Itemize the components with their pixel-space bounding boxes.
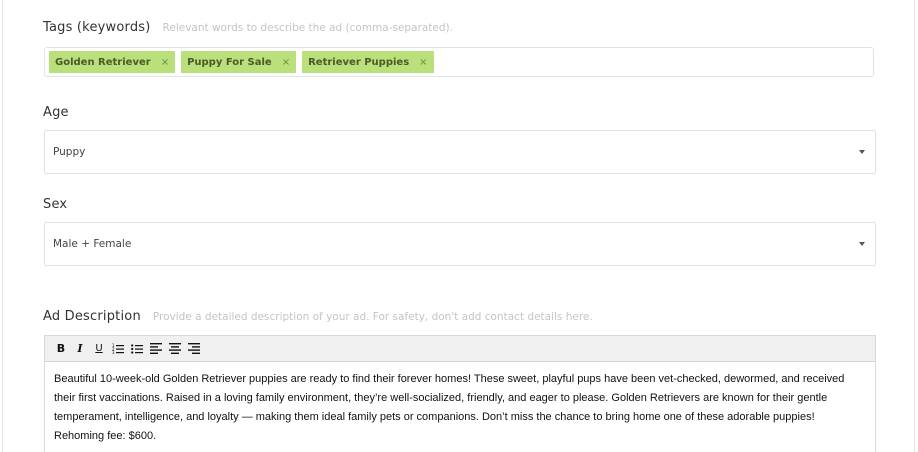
tag-remove-icon[interactable]: × bbox=[161, 57, 169, 68]
tag-text: Golden Retriever bbox=[55, 56, 151, 68]
align-center-icon bbox=[169, 343, 181, 354]
age-label-row: Age bbox=[43, 105, 69, 120]
tag-text: Puppy For Sale bbox=[187, 56, 272, 68]
tag-retriever-puppies: Retriever Puppies × bbox=[302, 51, 434, 73]
editor-toolbar: B I U 1 2 3 bbox=[45, 336, 875, 362]
tags-label-row: Tags (keywords) Relevant words to descri… bbox=[43, 20, 453, 35]
align-right-button[interactable] bbox=[186, 341, 202, 357]
description-textarea[interactable]: Beautiful 10-week-old Golden Retriever p… bbox=[45, 362, 875, 446]
sex-selected-value: Male + Female bbox=[53, 238, 132, 250]
italic-button[interactable]: I bbox=[72, 341, 88, 357]
age-select[interactable]: Puppy bbox=[44, 130, 876, 174]
age-label: Age bbox=[43, 105, 69, 120]
ad-form: Tags (keywords) Relevant words to descri… bbox=[2, 0, 915, 452]
align-right-icon bbox=[188, 343, 200, 354]
description-label-row: Ad Description Provide a detailed descri… bbox=[43, 309, 593, 324]
align-left-icon bbox=[150, 343, 162, 354]
tag-text: Retriever Puppies bbox=[308, 56, 410, 68]
tag-puppy-for-sale: Puppy For Sale × bbox=[181, 51, 297, 73]
align-center-button[interactable] bbox=[167, 341, 183, 357]
description-hint: Provide a detailed description of your a… bbox=[152, 311, 593, 323]
chevron-down-icon bbox=[859, 242, 865, 246]
description-label: Ad Description bbox=[43, 309, 141, 324]
bold-button[interactable]: B bbox=[53, 341, 69, 357]
tags-label: Tags (keywords) bbox=[43, 20, 151, 35]
svg-text:3: 3 bbox=[112, 350, 115, 354]
sex-select[interactable]: Male + Female bbox=[44, 222, 876, 266]
tags-hint: Relevant words to describe the ad (comma… bbox=[162, 22, 453, 34]
chevron-down-icon bbox=[859, 150, 865, 154]
sex-label-row: Sex bbox=[43, 197, 67, 212]
underline-button[interactable]: U bbox=[91, 341, 107, 357]
bullet-list-icon bbox=[131, 344, 143, 354]
ordered-list-icon: 1 2 3 bbox=[112, 343, 124, 354]
tag-remove-icon[interactable]: × bbox=[419, 57, 427, 68]
ordered-list-button[interactable]: 1 2 3 bbox=[110, 341, 126, 357]
align-left-button[interactable] bbox=[148, 341, 164, 357]
tag-remove-icon[interactable]: × bbox=[282, 57, 290, 68]
age-selected-value: Puppy bbox=[53, 146, 86, 158]
bullet-list-button[interactable] bbox=[129, 341, 145, 357]
tags-input[interactable]: Golden Retriever × Puppy For Sale × Retr… bbox=[44, 47, 874, 77]
tag-golden-retriever: Golden Retriever × bbox=[49, 51, 176, 73]
description-editor: B I U 1 2 3 Beautiful 10-week-old Golden… bbox=[44, 335, 876, 452]
sex-label: Sex bbox=[43, 197, 68, 212]
